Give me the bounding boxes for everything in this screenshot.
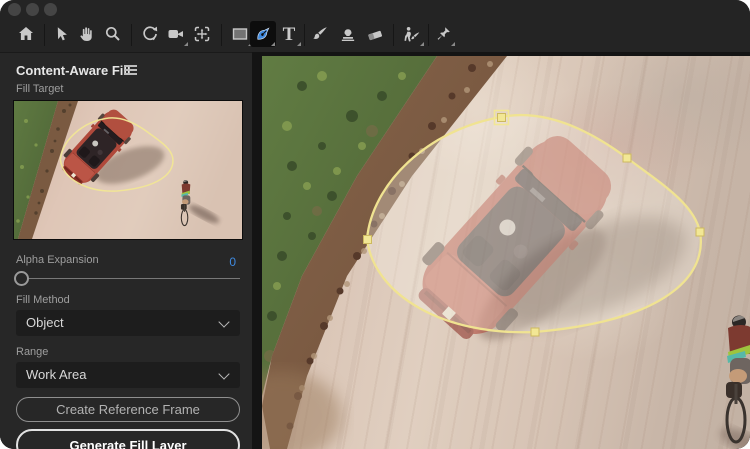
composition-canvas [262, 56, 750, 449]
puppet-pin-icon [437, 27, 450, 40]
range-value: Work Area [26, 367, 87, 382]
zoom-tool-button[interactable] [100, 21, 126, 47]
fill-target-label: Fill Target [16, 83, 64, 95]
rotation-icon [143, 26, 158, 41]
toolbar-divider [221, 24, 222, 46]
home-icon [19, 27, 33, 40]
toolbar-divider [428, 24, 429, 46]
type-tool-button[interactable]: T [276, 21, 302, 47]
hamburger-menu-icon[interactable] [124, 65, 137, 77]
content-area: Content-Aware Fill Fill Target Alpha Exp… [0, 52, 750, 449]
camera-tool-button[interactable] [163, 21, 189, 47]
toolbar-divider [44, 24, 45, 46]
fill-target-preview [13, 100, 243, 240]
pan-behind-tool-button[interactable] [189, 21, 215, 47]
dirt-patch [262, 371, 342, 449]
range-dropdown[interactable]: Work Area [16, 362, 240, 388]
mask-vertex-bottom[interactable] [530, 327, 540, 337]
selection-tool-button[interactable] [48, 21, 74, 47]
alpha-expansion-slider-knob[interactable] [14, 271, 29, 286]
type-tool-icon: T [282, 23, 296, 45]
rotation-tool-button[interactable] [137, 21, 163, 47]
panel-title: Content-Aware Fill [16, 63, 131, 78]
mask-vertex-right[interactable] [695, 227, 705, 237]
mask-vertex-upper-right[interactable] [622, 153, 632, 163]
minimize-button[interactable] [26, 3, 39, 16]
puppet-pin-tool-button[interactable] [430, 21, 456, 47]
content-aware-fill-panel: Content-Aware Fill Fill Target Alpha Exp… [0, 52, 252, 449]
eraser-icon [368, 30, 383, 41]
flyout-indicator [184, 42, 188, 46]
flyout-indicator [451, 42, 455, 46]
alpha-expansion-label: Alpha Expansion [16, 254, 99, 266]
composition-viewer[interactable] [262, 56, 750, 449]
fill-method-value: Object [26, 315, 64, 330]
chevron-down-icon [218, 368, 230, 380]
flyout-indicator [271, 42, 275, 46]
pen-icon [257, 27, 270, 40]
toolbar-divider [304, 24, 305, 46]
toolbar-divider [393, 24, 394, 46]
eraser-tool-button[interactable] [362, 21, 388, 47]
roto-brush-icon [404, 27, 420, 42]
camera-icon [168, 30, 183, 38]
flyout-indicator [420, 42, 424, 46]
fill-method-dropdown[interactable]: Object [16, 310, 240, 336]
mask-vertex-left[interactable] [363, 235, 372, 244]
home-tool-button[interactable] [13, 21, 39, 47]
flyout-indicator [297, 42, 301, 46]
selection-arrow-icon [57, 27, 67, 41]
range-label: Range [16, 346, 49, 358]
hand-icon [80, 27, 92, 41]
cyclist [724, 314, 750, 444]
roto-brush-tool-button[interactable] [399, 21, 425, 47]
zoom-button[interactable] [44, 3, 57, 16]
mask-vertex-top[interactable] [497, 113, 506, 122]
generate-fill-layer-button[interactable]: Generate Fill Layer [16, 429, 240, 449]
anchor-point-icon [194, 26, 210, 42]
brush-icon [313, 27, 327, 39]
magnifier-icon [105, 26, 120, 41]
toolbar-divider [131, 24, 132, 46]
alpha-expansion-slider-track[interactable] [16, 278, 240, 279]
clone-stamp-icon [341, 29, 355, 41]
create-reference-frame-button[interactable]: Create Reference Frame [16, 397, 240, 422]
app-window: T Content-Aware Fill Fill Target Alpha E… [0, 0, 750, 449]
alpha-expansion-value[interactable]: 0 [229, 255, 236, 269]
rectangle-shape-icon [232, 28, 248, 40]
fill-target-thumbnail [14, 101, 242, 239]
brush-tool-button[interactable] [307, 21, 333, 47]
fill-method-label: Fill Method [16, 294, 70, 306]
toolbar: T [0, 0, 750, 52]
clone-stamp-tool-button[interactable] [335, 21, 361, 47]
hand-tool-button[interactable] [74, 21, 100, 47]
close-button[interactable] [8, 3, 21, 16]
chevron-down-icon [218, 316, 230, 328]
pen-tool-button[interactable] [250, 21, 276, 47]
